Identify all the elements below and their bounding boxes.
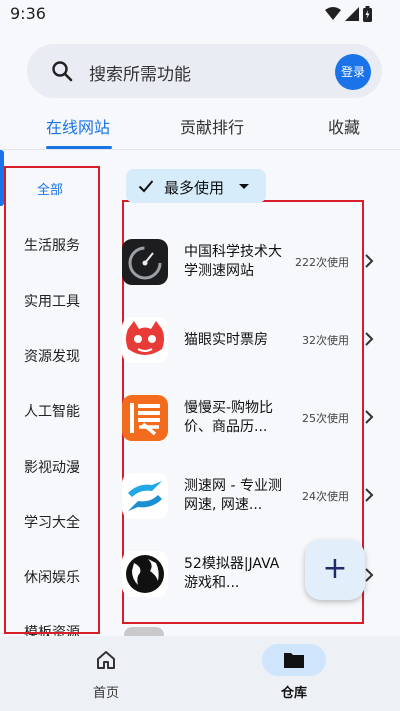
speedometer-icon	[122, 239, 168, 285]
site-list-item[interactable]: 慢慢买-购物比价、商品历... 25次使用	[122, 395, 382, 465]
nav-home-icon-wrap	[74, 644, 138, 676]
highlight-box-sidebar	[4, 166, 100, 634]
nav-home-label: 首页	[92, 686, 119, 701]
add-fab-button[interactable]: +	[305, 540, 365, 600]
nav-home[interactable]: 首页	[70, 644, 142, 704]
search-bar[interactable]: 搜索所需功能 登录	[27, 44, 382, 98]
usage-count: 32次使用	[302, 334, 349, 347]
tab-online-sites[interactable]: 在线网站	[46, 114, 110, 138]
chevron-right-icon	[365, 488, 374, 502]
site-title: 猫眼实时票房	[184, 332, 268, 348]
sort-filter-label: 最多使用	[164, 179, 225, 197]
status-icons	[325, 6, 372, 22]
cat-eye-icon	[122, 317, 168, 363]
site-list-item[interactable]: 猫眼实时票房 32次使用	[122, 317, 382, 387]
tab-contribution-ranking[interactable]: 贡献排行	[180, 114, 244, 138]
site-title: 测速网 - 专业测网速, 网速...	[184, 478, 282, 513]
search-input[interactable]: 搜索所需功能	[89, 60, 191, 85]
status-bar: 9:36	[0, 0, 400, 30]
tab-favorites[interactable]: 收藏	[328, 114, 360, 138]
login-button[interactable]: 登录	[335, 54, 371, 90]
status-time: 9:36	[10, 4, 46, 23]
wifi-icon	[325, 7, 341, 20]
chevron-right-icon	[365, 254, 374, 268]
check-icon	[138, 180, 154, 193]
nav-repository[interactable]: 仓库	[258, 644, 330, 704]
globe-icon	[122, 551, 168, 597]
site-title: 慢慢买-购物比价、商品历...	[184, 400, 274, 435]
site-title: 中国科学技术大学测速网站	[184, 244, 282, 279]
search-icon	[52, 61, 73, 82]
usage-count: 24次使用	[302, 490, 349, 503]
site-list-item[interactable]: 中国科学技术大学测速网站 222次使用	[122, 239, 382, 309]
nav-repository-label: 仓库	[280, 686, 307, 701]
chevron-right-icon	[365, 410, 374, 424]
site-list-item[interactable]: 测速网 - 专业测网速, 网速... 24次使用	[122, 473, 382, 543]
usage-count: 25次使用	[302, 412, 349, 425]
signal-icon	[345, 7, 359, 21]
sort-filter-chip[interactable]: 最多使用	[126, 169, 266, 203]
battery-icon	[363, 6, 372, 22]
bottom-nav: 首页 仓库	[0, 636, 400, 711]
next-site-icon-partial	[124, 627, 164, 636]
usage-count: 222次使用	[295, 256, 349, 269]
chevron-down-icon	[239, 184, 249, 189]
chevron-right-icon	[365, 332, 374, 346]
speedtest-icon	[122, 473, 168, 519]
home-icon	[97, 651, 115, 669]
manmanmai-icon	[122, 395, 168, 441]
site-title: 52模拟器|JAVA游戏和...	[184, 556, 280, 591]
folder-icon	[284, 653, 304, 668]
chevron-right-icon	[365, 568, 374, 582]
top-tabs: 在线网站 贡献排行 收藏	[0, 104, 400, 150]
nav-repository-icon-wrap	[262, 644, 326, 676]
